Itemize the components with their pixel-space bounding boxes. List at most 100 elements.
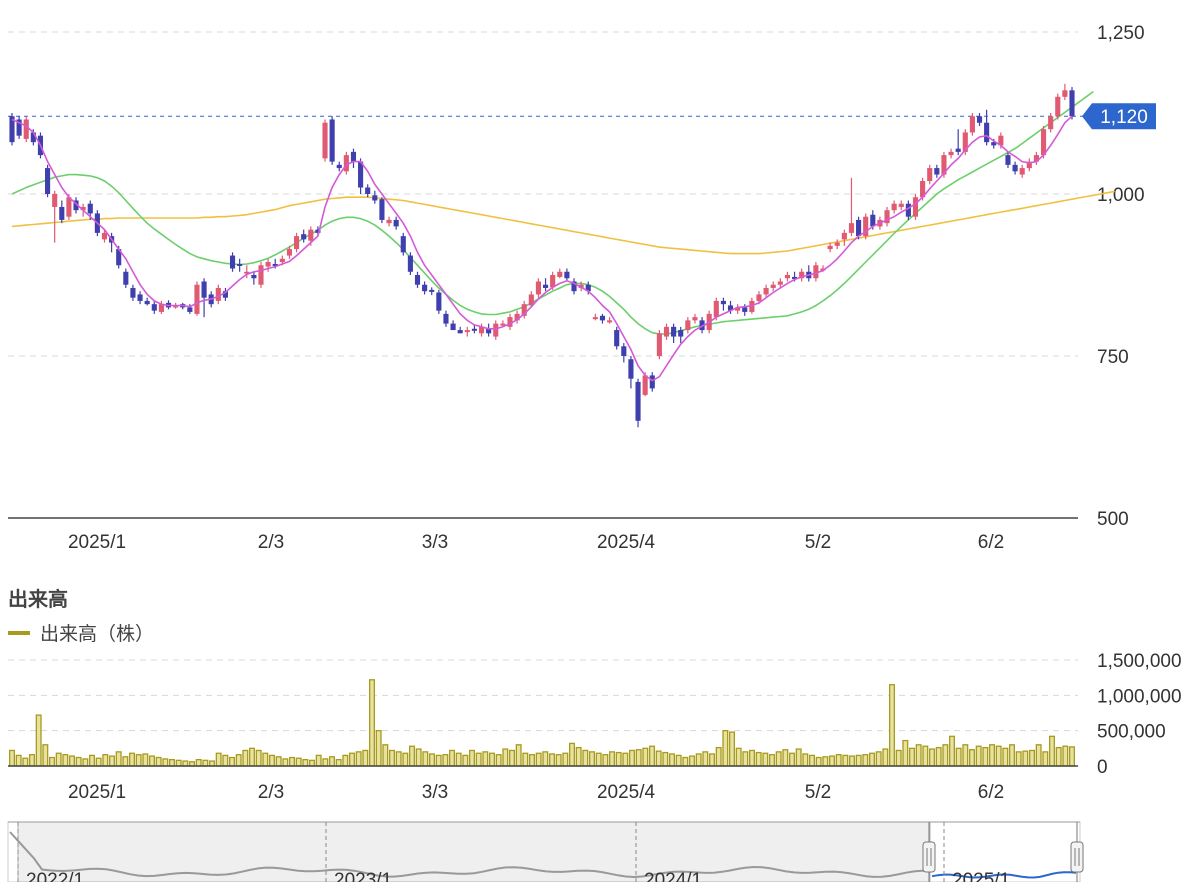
volume-bar [569,742,575,767]
volume-bar [435,754,442,767]
volume-bar [89,754,95,767]
volume-bar [62,754,69,767]
candle-body [414,275,421,285]
volume-bar [782,749,789,767]
volume-bar [969,749,975,767]
volume-legend[interactable]: 出来高（株） [8,619,154,646]
last-price-marker: 1,120 [1082,103,1156,130]
volume-bar [522,752,529,767]
candle-body [955,148,961,152]
volume-bar [729,731,735,767]
volume-bar [662,751,669,767]
volume-bar [629,749,635,767]
volume-bar [75,756,82,767]
candle-body [336,164,342,169]
price-x-tick-label: 2025/1 [68,532,126,553]
volume-bar [95,757,102,767]
candle-body [1069,90,1075,117]
volume-y-tick-label: 1,500,000 [1097,651,1182,672]
volume-bar [1015,751,1022,767]
candle-body [557,271,563,277]
navigator-year-label: 2025/1 [952,870,1010,882]
candle-body [685,320,691,331]
last-price-label: 1,120 [1100,107,1148,128]
volume-bar [122,756,129,767]
candle-body [671,326,677,337]
candle-body [1012,164,1018,172]
volume-bar [1035,744,1042,767]
volume-bar [235,754,242,767]
candle-body [258,265,264,285]
candle-body [628,359,634,379]
volume-bar [35,714,42,767]
candle-body [770,284,776,288]
volume-bar [902,739,909,767]
volume-bar [602,754,609,767]
candle-body [1062,90,1068,97]
volume-bar [982,746,989,767]
volume-bar [735,747,742,767]
volume-bar [702,751,709,767]
candle-body [599,315,606,321]
volume-bar [255,749,262,767]
volume-bar [309,759,315,767]
ma-mid-line [11,90,1094,335]
candle-body [649,375,655,389]
volume-bar [1042,751,1049,767]
volume-bar [989,744,995,767]
volume-bar [229,756,235,767]
candle-body [635,381,641,421]
candle-body [52,194,58,207]
volume-bar [375,730,382,767]
candle-body [713,300,719,318]
volume-bar [489,752,495,767]
volume-bar [529,754,535,767]
candle-body [194,284,200,314]
volume-bar [402,752,409,767]
candle-body [407,255,413,272]
volume-bar [369,679,375,767]
candle-body [215,287,221,301]
candle-body [294,236,300,250]
volume-y-tick-label: 0 [1097,757,1108,778]
candle-body [948,151,954,156]
candle-body [784,275,790,279]
volume-bar [249,747,255,767]
candle-body [286,249,293,256]
volume-bar [175,759,182,767]
candle-body [87,203,93,214]
volume-bar [289,756,295,767]
candle-body [436,292,442,311]
volume-bar [222,754,229,767]
volume-bar [809,754,815,767]
volume-bar [1029,749,1035,767]
volume-bar [789,752,795,767]
volume-bar [342,754,349,767]
navigator-year-label: 2023/1 [334,870,392,882]
volume-bar [595,752,602,767]
candle-body [144,300,150,305]
volume-bar [409,745,415,767]
candle-body [756,294,762,301]
candle-body [358,161,364,188]
candle-body [678,330,684,337]
navigator-handle-grip [922,841,936,873]
volume-bar [695,753,702,767]
volume-bar [389,749,395,767]
candle-body [123,271,129,285]
candle-body [976,116,983,123]
volume-bar [169,758,175,767]
price-y-tick-label: 1,000 [1097,185,1145,206]
candle-body [66,197,72,217]
candle-body [201,281,207,298]
volume-x-tick-label: 2/3 [258,782,284,803]
candle-body [607,320,613,323]
volume-bar [715,746,722,767]
volume-bar [555,754,562,767]
volume-bar [142,753,149,767]
volume-bar [502,748,509,767]
candle-body [898,203,904,207]
volume-y-tick-label: 500,000 [1097,722,1166,743]
volume-bar [669,753,675,767]
ma-long-line [11,190,1115,255]
